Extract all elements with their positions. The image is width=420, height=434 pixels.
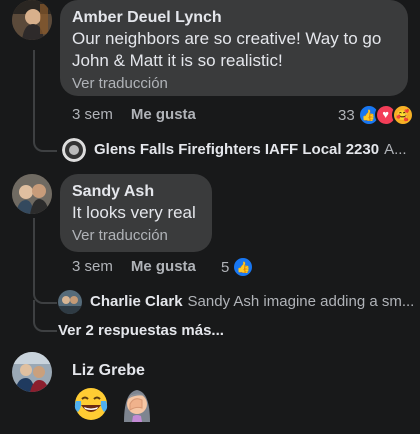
more-replies-link[interactable]: Ver 2 respuestas más... [58, 321, 224, 341]
see-translation-link[interactable]: Ver traducción [72, 74, 396, 94]
comment-text: It looks very real [72, 203, 196, 222]
avatar [58, 290, 82, 314]
avatar [62, 138, 86, 162]
reactions-summary[interactable]: 5 👍 [221, 256, 255, 278]
like-button[interactable]: Me gusta [131, 105, 196, 125]
thread-line [33, 218, 35, 294]
see-translation-link[interactable]: Ver traducción [72, 226, 200, 246]
comment-author[interactable]: Liz Grebe [72, 361, 145, 381]
reply-preview[interactable]: Glens Falls Firefighters IAFF Local 2230… [62, 138, 407, 162]
comment-actions: 3 sem Me gusta [72, 257, 196, 277]
comment-author[interactable]: Amber Deuel Lynch [72, 8, 396, 28]
thread-line [33, 50, 35, 132]
reactions-summary[interactable]: 33 👍 ♥ 🥰 [338, 104, 414, 126]
avatar[interactable] [12, 0, 52, 40]
thread-connector [33, 132, 57, 152]
like-button[interactable]: Me gusta [131, 257, 196, 277]
reaction-count: 33 [338, 106, 355, 124]
comment-bubble: Sandy Ash It looks very real Ver traducc… [60, 174, 212, 252]
avatar[interactable] [12, 174, 52, 214]
reply-preview[interactable]: Charlie Clark Sandy Ash imagine adding a… [58, 290, 414, 314]
reply-snippet: Sandy Ash imagine adding a sm... [187, 293, 415, 310]
thread-connector [33, 300, 57, 332]
face-with-tears-of-joy-icon [74, 388, 108, 420]
like-reaction-icon: 👍 [232, 256, 255, 278]
reaction-count: 5 [221, 258, 230, 276]
comment-text: Our neighbors are so creative! Way to go… [72, 29, 382, 70]
comment-bubble: Amber Deuel Lynch Our neighbors are so c… [60, 0, 408, 96]
comment-time[interactable]: 3 sem [72, 257, 113, 277]
woman-facepalming-icon [124, 390, 150, 422]
comment-author[interactable]: Sandy Ash [72, 182, 200, 202]
care-reaction-icon: 🥰 [391, 104, 414, 126]
comment-time[interactable]: 3 sem [72, 105, 113, 125]
reply-author: Charlie Clark [90, 293, 183, 310]
reply-author: Glens Falls Firefighters IAFF Local 2230 [94, 141, 380, 158]
reply-snippet: A... [384, 141, 407, 158]
comment-actions: 3 sem Me gusta [72, 105, 196, 125]
avatar[interactable] [12, 352, 52, 392]
